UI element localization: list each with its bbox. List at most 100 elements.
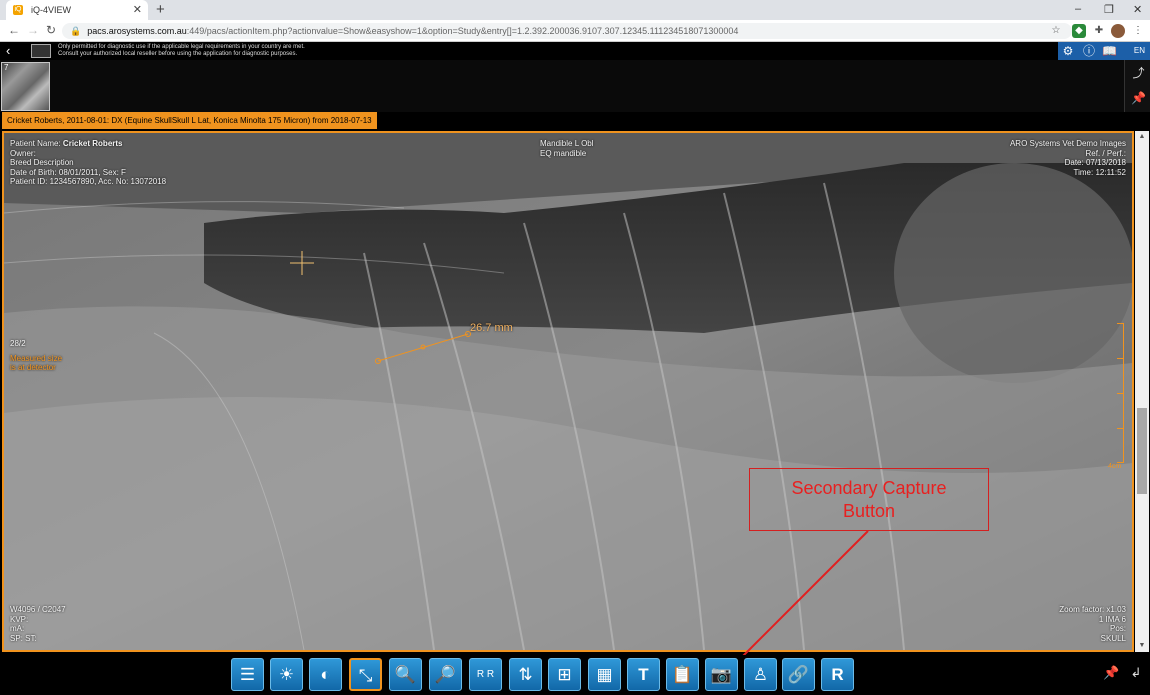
- overlay-top-left: Patient Name: Cricket Roberts Owner: Bre…: [10, 139, 166, 187]
- browser-tab[interactable]: iQ iQ-4VIEW ✕: [6, 0, 148, 20]
- layout-selector-icon[interactable]: [31, 44, 51, 58]
- zoom-factor-text: Zoom factor: x1.03: [1059, 605, 1126, 614]
- text-tool[interactable]: T: [627, 658, 660, 691]
- layout-2x2-tool[interactable]: ⊞: [548, 658, 581, 691]
- xray-image: [4, 133, 1132, 650]
- notice-line-1: Only permitted for diagnostic use if the…: [58, 44, 305, 50]
- profile-avatar[interactable]: [1111, 24, 1125, 38]
- extension-icon[interactable]: ◆: [1072, 24, 1086, 38]
- study-list-icon: ☰: [239, 665, 256, 684]
- rotate-tool[interactable]: R R: [469, 658, 502, 691]
- series-label[interactable]: Cricket Roberts, 2011-08-01: DX (Equine …: [2, 112, 377, 129]
- zoom-pan-tool[interactable]: 🔎: [429, 658, 462, 691]
- language-selector[interactable]: EN: [1134, 46, 1145, 55]
- scroll-up-icon[interactable]: ▲: [1135, 131, 1149, 143]
- callout-line-1: Secondary Capture: [791, 478, 947, 498]
- text-icon: T: [638, 665, 649, 684]
- rotate-icon: R R: [476, 669, 495, 680]
- flip-icon: ⇅: [518, 665, 533, 684]
- info-icon[interactable]: ⓘ: [1082, 44, 1096, 58]
- brightness-tool[interactable]: ☀: [270, 658, 303, 691]
- image-viewport[interactable]: Patient Name: Cricket Roberts Owner: Bre…: [2, 131, 1134, 652]
- study-date-text: Date: 07/13/2018: [1064, 158, 1126, 167]
- extensions-puzzle-icon[interactable]: ✚: [1092, 24, 1106, 38]
- secondary-capture-callout: Secondary Capture Button: [749, 468, 989, 531]
- measure-tool[interactable]: ⤡: [349, 658, 382, 691]
- window-close-icon[interactable]: ✕: [1133, 3, 1142, 16]
- browser-tab-bar: iQ iQ-4VIEW ✕ + – ❐ ✕: [0, 0, 1150, 20]
- vertical-scrollbar[interactable]: ▲ ▼: [1135, 131, 1149, 652]
- overlay-top-right: ARO Systems Vet Demo Images Ref. / Perf.…: [1010, 139, 1126, 177]
- collapse-toolbar-icon[interactable]: ↲: [1128, 665, 1144, 683]
- app-back-icon[interactable]: ‹: [6, 43, 10, 58]
- brightness-icon: ☀: [278, 665, 295, 684]
- patient-id-text: Patient ID: 1234567890, Acc. No: 1307201…: [10, 177, 167, 186]
- restore-icon[interactable]: ❐: [1104, 3, 1114, 16]
- scroll-down-icon[interactable]: ▼: [1135, 640, 1149, 652]
- overlay-mid-left: 28/2 Measured size is at detector: [10, 339, 62, 373]
- new-tab-icon[interactable]: +: [156, 1, 165, 18]
- link-icon: 🔗: [787, 665, 810, 684]
- magnifier-pan-icon: 🔎: [434, 665, 457, 684]
- flip-tool[interactable]: ⇅: [509, 658, 542, 691]
- app-header: ‹ Only permitted for diagnostic use if t…: [0, 42, 1150, 60]
- back-icon[interactable]: ←: [8, 23, 20, 37]
- scale-label: 4cm: [1108, 463, 1122, 470]
- thumbnail-number: 7: [4, 63, 9, 72]
- tab-close-icon[interactable]: ✕: [133, 3, 142, 16]
- position-text: Pos:: [1109, 624, 1126, 633]
- forward-icon[interactable]: →: [27, 23, 39, 37]
- secondary-capture-tool[interactable]: 📷: [705, 658, 738, 691]
- skeleton-icon: ♙: [752, 665, 769, 684]
- owner-text: Owner:: [10, 148, 36, 158]
- export-icon[interactable]: ⤴: [1131, 66, 1146, 81]
- callout-line-2: Button: [842, 501, 896, 521]
- layout-grid-tool[interactable]: ▦: [588, 658, 621, 691]
- measurement-label[interactable]: 26.7 mm: [470, 322, 513, 334]
- pin-toolbar-icon[interactable]: 📌: [1103, 665, 1119, 683]
- frame-info: 28/2: [10, 339, 26, 348]
- url-host: pacs.arosystems.com.au: [87, 26, 187, 36]
- window-level-text: W4096 / C2047: [10, 605, 66, 614]
- link-tool[interactable]: 🔗: [782, 658, 815, 691]
- tool-bar: ☰ ☀ ◐ ⤡ 🔍 🔎 R R ⇅ ⊞ ▦ T 📋 📷 ♙ 🔗 R 📌 ↲: [0, 655, 1150, 695]
- bookmark-star-icon[interactable]: ☆: [1049, 24, 1063, 38]
- patient-name: Cricket Roberts: [62, 139, 123, 148]
- pin-icon[interactable]: 📌: [1131, 91, 1146, 106]
- measured-size-note-2: is at detector: [10, 363, 56, 372]
- reset-tool[interactable]: R: [821, 658, 854, 691]
- view-name: Mandible L Obl: [540, 139, 594, 148]
- body-part-text: SKULL: [1100, 633, 1126, 643]
- app-favicon-icon: iQ: [13, 5, 23, 15]
- browser-menu-icon[interactable]: ⋮: [1131, 24, 1145, 38]
- dob-text: Date of Birth: 08/01/2011, Sex: F: [10, 167, 126, 177]
- study-time-text: Time: 12:11:52: [1073, 167, 1126, 177]
- manual-book-icon[interactable]: 📖: [1102, 44, 1117, 58]
- sp-st-text: SP: ST:: [10, 633, 37, 643]
- zoom-tool[interactable]: 🔍: [389, 658, 422, 691]
- settings-gear-icon[interactable]: ⚙: [1061, 44, 1075, 58]
- scrollbar-thumb[interactable]: [1137, 408, 1147, 494]
- tab-title: iQ-4VIEW: [31, 5, 72, 15]
- study-list-tool[interactable]: ☰: [231, 658, 264, 691]
- diagnostic-notice: Only permitted for diagnostic use if the…: [58, 44, 305, 58]
- contrast-tool[interactable]: ◐: [309, 658, 342, 691]
- skeleton-tool[interactable]: ♙: [744, 658, 777, 691]
- series-thumbnail[interactable]: 7: [1, 62, 50, 111]
- breed-text: Breed Description: [10, 158, 74, 167]
- minimize-icon[interactable]: –: [1075, 3, 1081, 15]
- header-tools: ⚙ ⓘ 📖 EN: [1058, 42, 1150, 60]
- image-number-text: 1 IMA 6: [1098, 614, 1126, 624]
- grid-icon: ▦: [596, 665, 613, 684]
- report-tool[interactable]: 📋: [666, 658, 699, 691]
- measure-icon: ⤡: [358, 666, 373, 685]
- url-field[interactable]: 🔒 pacs.arosystems.com.au:449/pacs/actionI…: [62, 23, 1072, 39]
- kvp-text: KVP:: [10, 614, 29, 624]
- overlay-top-center: Mandible L Obl EQ mandible: [540, 139, 594, 158]
- url-path: :449/pacs/actionItem.php?actionvalue=Sho…: [186, 26, 739, 36]
- reload-icon[interactable]: ↻: [46, 23, 56, 37]
- notice-line-2: Consult your authorized local reseller b…: [58, 51, 298, 57]
- grid-2x2-icon: ⊞: [557, 665, 572, 684]
- measured-size-note-1: Measured size: [10, 353, 63, 363]
- clipboard-icon: 📋: [671, 665, 694, 684]
